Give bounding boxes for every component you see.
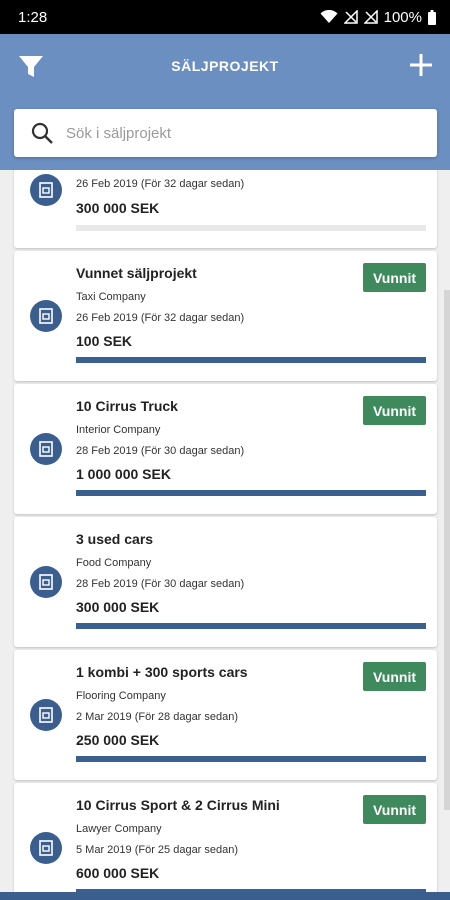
project-icon (30, 566, 62, 598)
project-date: 28 Feb 2019 (För 30 dagar sedan) (76, 578, 245, 590)
project-amount: 600 000 SEK (76, 865, 160, 881)
project-progress-bar (76, 357, 426, 363)
project-amount: 250 000 SEK (76, 732, 160, 748)
status-badge: Vunnit (363, 396, 426, 425)
project-title: 3 used cars (76, 531, 154, 547)
project-date: 28 Feb 2019 (För 30 dagar sedan) (76, 445, 245, 457)
project-company: Taxi Company (76, 291, 146, 303)
project-icon (30, 832, 62, 864)
project-company: Food Company (76, 557, 152, 569)
progress-fill (76, 490, 426, 496)
add-button[interactable] (406, 50, 436, 80)
search-bar[interactable] (14, 109, 437, 157)
search-icon (31, 122, 53, 144)
status-icons: 100% (320, 9, 436, 26)
status-bar: 1:28 100% (0, 0, 450, 34)
status-time: 1:28 (18, 8, 48, 26)
project-card[interactable]: 1 kombi + 300 sports cars Vunnit Floorin… (14, 650, 437, 780)
project-date: 26 Feb 2019 (För 32 dagar sedan) (76, 178, 245, 190)
project-company: Lawyer Company (76, 823, 162, 835)
project-progress-bar (76, 490, 426, 496)
project-company: Flooring Company (76, 690, 166, 702)
project-icon (30, 174, 62, 206)
project-list: 26 Feb 2019 (För 32 dagar sedan) 300 000… (0, 170, 450, 892)
progress-fill (76, 756, 426, 762)
project-card[interactable]: 3 used cars Food Company 28 Feb 2019 (Fö… (14, 517, 437, 647)
status-badge: Vunnit (363, 795, 426, 824)
document-icon (39, 574, 53, 590)
bottom-bar (0, 892, 450, 900)
battery-icon (428, 9, 436, 25)
project-company: Interior Company (76, 424, 161, 436)
project-progress-bar (76, 756, 426, 762)
project-icon (30, 699, 62, 731)
project-card[interactable]: 10 Cirrus Sport & 2 Cirrus Mini Vunnit L… (14, 783, 437, 892)
project-date: 26 Feb 2019 (För 32 dagar sedan) (76, 312, 245, 324)
document-icon (39, 182, 53, 198)
project-progress-bar (76, 623, 426, 629)
signal-off-icon (363, 10, 378, 24)
project-date: 2 Mar 2019 (För 28 dagar sedan) (76, 711, 239, 723)
project-amount: 1 000 000 SEK (76, 466, 171, 482)
project-amount: 300 000 SEK (76, 200, 160, 216)
project-date: 5 Mar 2019 (För 25 dagar sedan) (76, 844, 239, 856)
scrollbar[interactable] (444, 290, 450, 810)
status-badge: Vunnit (363, 263, 426, 292)
project-title: 1 kombi + 300 sports cars (76, 664, 248, 680)
document-icon (39, 840, 53, 856)
project-card[interactable]: Vunnet säljprojekt Vunnit Taxi Company 2… (14, 251, 437, 381)
status-badge: Vunnit (363, 662, 426, 691)
signal-off-icon (343, 10, 358, 24)
project-amount: 100 SEK (76, 333, 133, 349)
project-card[interactable]: 10 Cirrus Truck Vunnit Interior Company … (14, 384, 437, 514)
project-card[interactable]: 26 Feb 2019 (För 32 dagar sedan) 300 000… (14, 170, 437, 248)
battery-text: 100% (383, 8, 422, 26)
plus-icon (410, 54, 432, 76)
wifi-icon (320, 10, 338, 23)
document-icon (39, 707, 53, 723)
project-progress-bar (76, 225, 426, 231)
document-icon (39, 308, 53, 324)
search-input[interactable] (66, 124, 406, 142)
progress-fill (76, 623, 426, 629)
project-title: Vunnet säljprojekt (76, 265, 197, 281)
project-icon (30, 433, 62, 465)
page-title: SÄLJPROJEKT (171, 58, 279, 74)
project-title: 10 Cirrus Sport & 2 Cirrus Mini (76, 797, 280, 813)
progress-fill (76, 357, 426, 363)
project-icon (30, 300, 62, 332)
project-amount: 300 000 SEK (76, 599, 160, 615)
document-icon (39, 441, 53, 457)
project-title: 10 Cirrus Truck (76, 398, 178, 414)
